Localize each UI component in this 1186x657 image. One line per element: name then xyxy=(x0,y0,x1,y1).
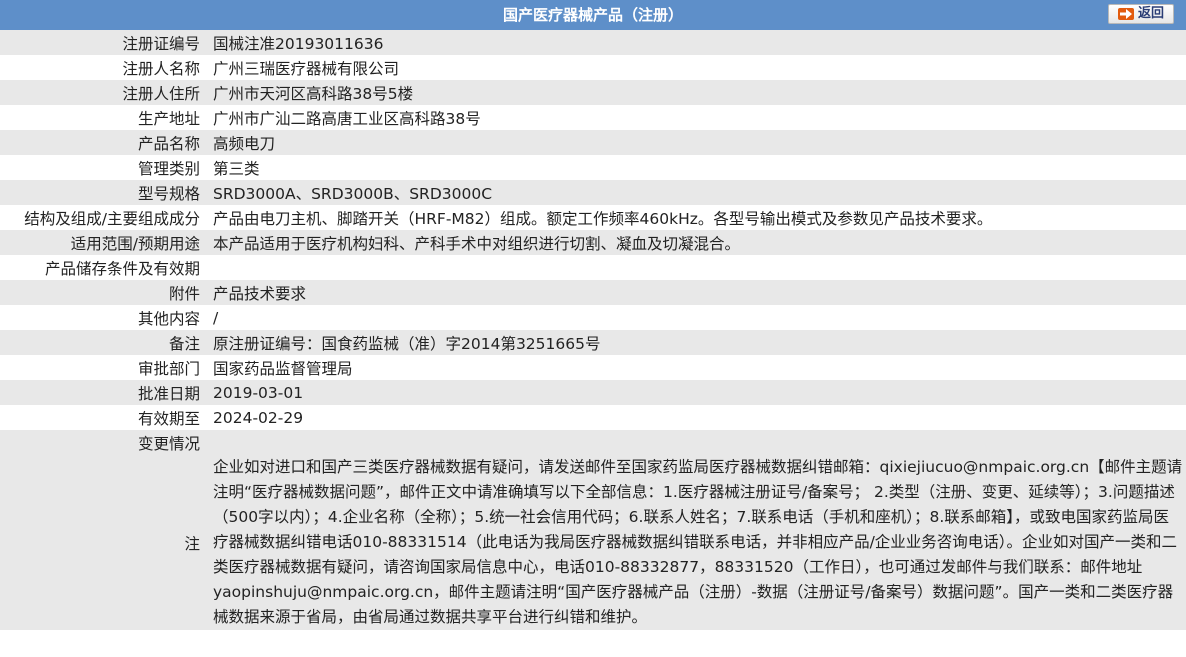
field-value xyxy=(207,430,1186,455)
field-row: 注册人名称 广州三瑞医疗器械有限公司 xyxy=(0,55,1186,80)
field-row: 产品储存条件及有效期 xyxy=(0,255,1186,280)
field-value: 国械注准20193011636 xyxy=(207,30,1186,55)
field-row: 变更情况 xyxy=(0,430,1186,455)
field-row: 产品名称 高频电刀 xyxy=(0,130,1186,155)
field-label: 型号规格 xyxy=(0,180,207,205)
field-label: 注册人名称 xyxy=(0,55,207,80)
page-title: 国产医疗器械产品（注册） xyxy=(502,6,683,24)
field-row: 生产地址 广州市广汕二路高唐工业区高科路38号 xyxy=(0,105,1186,130)
field-value: 第三类 xyxy=(207,155,1186,180)
field-label: 审批部门 xyxy=(0,355,207,380)
page-header: 国产医疗器械产品（注册） 返回 xyxy=(0,0,1186,30)
field-value: 高频电刀 xyxy=(207,130,1186,155)
back-button[interactable]: 返回 xyxy=(1108,4,1174,24)
field-label: 注册证编号 xyxy=(0,30,207,55)
field-value: 广州市广汕二路高唐工业区高科路38号 xyxy=(207,105,1186,130)
field-label: 变更情况 xyxy=(0,430,207,455)
field-value xyxy=(207,255,1186,280)
field-value: 产品技术要求 xyxy=(207,280,1186,305)
field-label: 产品名称 xyxy=(0,130,207,155)
field-label: 其他内容 xyxy=(0,305,207,330)
field-value: 2019-03-01 xyxy=(207,380,1186,405)
field-value: 本产品适用于医疗机构妇科、产科手术中对组织进行切割、凝血及切凝混合。 xyxy=(207,230,1186,255)
field-value: SRD3000A、SRD3000B、SRD3000C xyxy=(207,180,1186,205)
field-label: 注册人住所 xyxy=(0,80,207,105)
field-label: 有效期至 xyxy=(0,405,207,430)
field-label: 管理类别 xyxy=(0,155,207,180)
note-label: 注 xyxy=(0,455,207,630)
field-row: 备注 原注册证编号：国食药监械（准）字2014第3251665号 xyxy=(0,330,1186,355)
field-row: 注册证编号 国械注准20193011636 xyxy=(0,30,1186,55)
field-row: 结构及组成/主要组成成分 产品由电刀主机、脚踏开关（HRF-M82）组成。额定工… xyxy=(0,205,1186,230)
field-label: 结构及组成/主要组成成分 xyxy=(0,205,207,230)
field-label: 生产地址 xyxy=(0,105,207,130)
back-button-label: 返回 xyxy=(1137,6,1164,21)
field-label: 产品储存条件及有效期 xyxy=(0,255,207,280)
field-row: 附件 产品技术要求 xyxy=(0,280,1186,305)
field-value: / xyxy=(207,305,1186,330)
note-row: 注 企业如对进口和国产三类医疗器械数据有疑问，请发送邮件至国家药监局医疗器械数据… xyxy=(0,455,1186,630)
field-value: 原注册证编号：国食药监械（准）字2014第3251665号 xyxy=(207,330,1186,355)
field-row: 适用范围/预期用途 本产品适用于医疗机构妇科、产科手术中对组织进行切割、凝血及切… xyxy=(0,230,1186,255)
field-value: 2024-02-29 xyxy=(207,405,1186,430)
registration-info-table: 注册证编号 国械注准20193011636 注册人名称 广州三瑞医疗器械有限公司… xyxy=(0,30,1186,630)
field-label: 批准日期 xyxy=(0,380,207,405)
field-value: 国家药品监督管理局 xyxy=(207,355,1186,380)
field-value: 产品由电刀主机、脚踏开关（HRF-M82）组成。额定工作频率460kHz。各型号… xyxy=(207,205,1186,230)
field-label: 备注 xyxy=(0,330,207,355)
field-row: 注册人住所 广州市天河区高科路38号5楼 xyxy=(0,80,1186,105)
field-row: 型号规格 SRD3000A、SRD3000B、SRD3000C xyxy=(0,180,1186,205)
field-row: 批准日期 2019-03-01 xyxy=(0,380,1186,405)
field-row: 有效期至 2024-02-29 xyxy=(0,405,1186,430)
field-row: 管理类别 第三类 xyxy=(0,155,1186,180)
field-label: 适用范围/预期用途 xyxy=(0,230,207,255)
arrow-right-icon xyxy=(1117,8,1134,20)
field-row: 其他内容 / xyxy=(0,305,1186,330)
field-label: 附件 xyxy=(0,280,207,305)
note-text: 企业如对进口和国产三类医疗器械数据有疑问，请发送邮件至国家药监局医疗器械数据纠错… xyxy=(207,455,1186,630)
field-value: 广州市天河区高科路38号5楼 xyxy=(207,80,1186,105)
field-value: 广州三瑞医疗器械有限公司 xyxy=(207,55,1186,80)
field-row: 审批部门 国家药品监督管理局 xyxy=(0,355,1186,380)
